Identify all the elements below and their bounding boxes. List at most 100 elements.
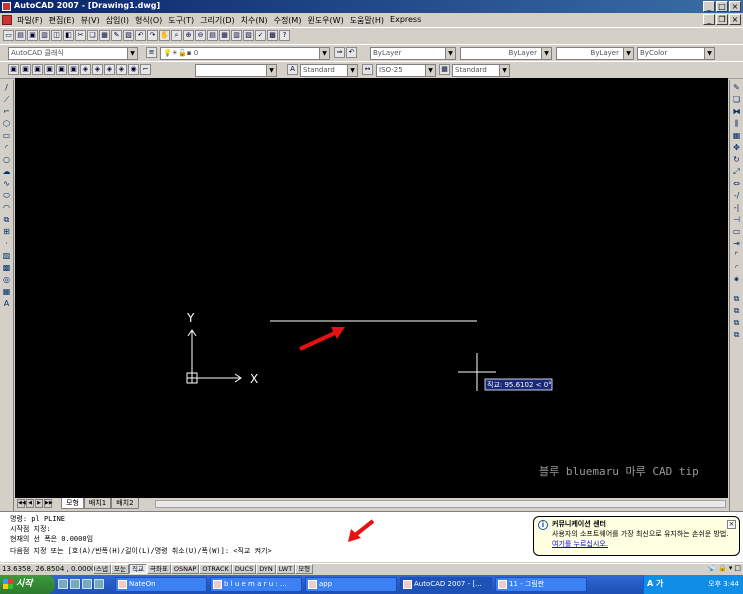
- polyline-icon[interactable]: ⌐: [1, 106, 12, 117]
- menu-item[interactable]: 치수(N): [238, 15, 271, 26]
- taskbar-task[interactable]: AutoCAD 2007 - [...: [400, 577, 492, 592]
- menu-item[interactable]: 형식(O): [132, 15, 165, 26]
- plotstyle-select[interactable]: ByColor ▼: [637, 47, 715, 60]
- taskbar-task[interactable]: 11 - 그림판: [495, 577, 587, 592]
- front-view-icon[interactable]: ▣: [56, 64, 67, 75]
- status-toggle-button[interactable]: 직교: [128, 564, 147, 574]
- undo-icon[interactable]: ↶: [135, 30, 146, 41]
- move-icon[interactable]: ✥: [731, 142, 742, 153]
- status-toggle-button[interactable]: DYN: [256, 564, 276, 574]
- text-style-select[interactable]: Standard ▼: [300, 64, 358, 77]
- menu-item[interactable]: 도움말(H): [347, 15, 387, 26]
- status-toggle-button[interactable]: OTRACK: [199, 564, 232, 574]
- chamfer-icon[interactable]: ⌜: [731, 250, 742, 261]
- close-button[interactable]: ×: [729, 1, 741, 12]
- rotate-icon[interactable]: ↻: [731, 154, 742, 165]
- layout-tab[interactable]: 배치1: [83, 498, 112, 509]
- document-icon[interactable]: [2, 15, 12, 25]
- mtext-icon[interactable]: A: [1, 298, 12, 309]
- ime-indicator[interactable]: A 가: [647, 578, 663, 589]
- communication-center-icon[interactable]: 📡: [707, 564, 716, 572]
- open-icon[interactable]: ▤: [15, 30, 26, 41]
- make-block-icon[interactable]: ⊞: [1, 226, 12, 237]
- doc-minimize-button[interactable]: _: [703, 14, 715, 25]
- quick-launch-icon[interactable]: [58, 579, 68, 589]
- layer-previous-icon[interactable]: ↶: [346, 47, 357, 58]
- help-icon[interactable]: ?: [279, 30, 290, 41]
- revcloud-icon[interactable]: ☁: [1, 166, 12, 177]
- last-tab-button[interactable]: ▶▶: [44, 499, 53, 508]
- lock-icon[interactable]: 🔒: [718, 564, 727, 572]
- first-tab-button[interactable]: ◀◀: [17, 499, 26, 508]
- text-style-icon[interactable]: A: [287, 64, 298, 75]
- make-current-layer-icon[interactable]: ⇒: [334, 47, 345, 58]
- ne-iso-icon[interactable]: ◈: [104, 64, 115, 75]
- left-view-icon[interactable]: ▣: [32, 64, 43, 75]
- ellipse-icon[interactable]: ⬭: [1, 190, 12, 201]
- dim-style-icon[interactable]: ↔: [362, 64, 373, 75]
- workspace-select[interactable]: AutoCAD 클래식 ▼: [8, 47, 138, 60]
- balloon-close-button[interactable]: ×: [727, 520, 736, 529]
- status-toggle-button[interactable]: DUCS: [231, 564, 257, 574]
- menu-item[interactable]: 뷰(V): [78, 15, 103, 26]
- prev-tab-button[interactable]: ◀: [26, 499, 34, 508]
- table-style-select[interactable]: Standard ▼: [452, 64, 510, 77]
- status-toggle-button[interactable]: 모눈: [110, 564, 129, 574]
- line-icon[interactable]: /: [1, 82, 12, 93]
- region-icon[interactable]: ◎: [1, 274, 12, 285]
- horizontal-scrollbar[interactable]: [155, 500, 726, 508]
- ucs-select[interactable]: ▼: [195, 64, 277, 77]
- drawing-canvas[interactable]: Y X 직교: 95.6102 < 0° 블루 bluemaru 마루 CAD …: [15, 78, 728, 498]
- right-view-icon[interactable]: ▣: [44, 64, 55, 75]
- draworder-icon[interactable]: ⧉: [731, 293, 742, 304]
- explode-icon[interactable]: ✷: [731, 274, 742, 285]
- rectangle-icon[interactable]: ▭: [1, 130, 12, 141]
- sheetset-icon[interactable]: ▧: [243, 30, 254, 41]
- doc-restore-button[interactable]: ❐: [716, 14, 728, 25]
- quick-launch-icon[interactable]: [70, 579, 80, 589]
- point-icon[interactable]: ·: [1, 238, 12, 249]
- layer-select[interactable]: 💡☀🔓▪ 0 ▼: [160, 47, 330, 60]
- preview-icon[interactable]: ◫: [51, 30, 62, 41]
- polygon-icon[interactable]: ⬡: [1, 118, 12, 129]
- table-icon[interactable]: ▦: [1, 286, 12, 297]
- arc-icon[interactable]: ◜: [1, 142, 12, 153]
- status-toggle-button[interactable]: 극좌표: [146, 564, 171, 574]
- copy-object-icon[interactable]: ❏: [731, 94, 742, 105]
- quick-launch-icon[interactable]: [82, 579, 92, 589]
- menu-item[interactable]: 도구(T): [165, 15, 197, 26]
- draworder-front-icon[interactable]: ⧉: [731, 305, 742, 316]
- minimize-button[interactable]: _: [703, 1, 715, 12]
- balloon-link[interactable]: 여기를 누르십시오.: [552, 539, 735, 549]
- properties-icon[interactable]: ▤: [207, 30, 218, 41]
- plot-icon[interactable]: ▥: [39, 30, 50, 41]
- status-toggle-button[interactable]: 모형: [295, 564, 314, 574]
- mirror-icon[interactable]: ⧓: [731, 106, 742, 117]
- menu-item[interactable]: 수정(M): [271, 15, 305, 26]
- fillet-icon[interactable]: ◜: [731, 262, 742, 273]
- break-point-icon[interactable]: ⊣: [731, 214, 742, 225]
- insert-block-icon[interactable]: ⧉: [1, 214, 12, 225]
- color-select[interactable]: ByLayer ▼: [370, 47, 456, 60]
- pan-icon[interactable]: ✋: [159, 30, 170, 41]
- new-icon[interactable]: ▭: [3, 30, 14, 41]
- trim-icon[interactable]: -/: [731, 190, 742, 201]
- draworder-back-icon[interactable]: ⧉: [731, 317, 742, 328]
- publish-icon[interactable]: ◧: [63, 30, 74, 41]
- menu-item[interactable]: 그리기(D): [197, 15, 237, 26]
- status-toggle-button[interactable]: 스냅: [93, 564, 111, 574]
- quickcalc-icon[interactable]: ▩: [267, 30, 278, 41]
- menu-item[interactable]: Express: [387, 15, 424, 26]
- status-toggle-button[interactable]: LWT: [275, 564, 296, 574]
- dim-style-select[interactable]: ISO-25 ▼: [376, 64, 436, 77]
- join-icon[interactable]: ⇥: [731, 238, 742, 249]
- spline-icon[interactable]: ∿: [1, 178, 12, 189]
- circle-icon[interactable]: ○: [1, 154, 12, 165]
- scale-icon[interactable]: ⤢: [731, 166, 742, 177]
- linetype-select[interactable]: ByLayer ▼: [460, 47, 552, 60]
- maximize-button[interactable]: □: [716, 1, 728, 12]
- se-iso-icon[interactable]: ◈: [92, 64, 103, 75]
- toolpalettes-icon[interactable]: ▥: [231, 30, 242, 41]
- layout-tab[interactable]: 배치2: [111, 498, 139, 509]
- table-style-icon[interactable]: ▦: [439, 64, 450, 75]
